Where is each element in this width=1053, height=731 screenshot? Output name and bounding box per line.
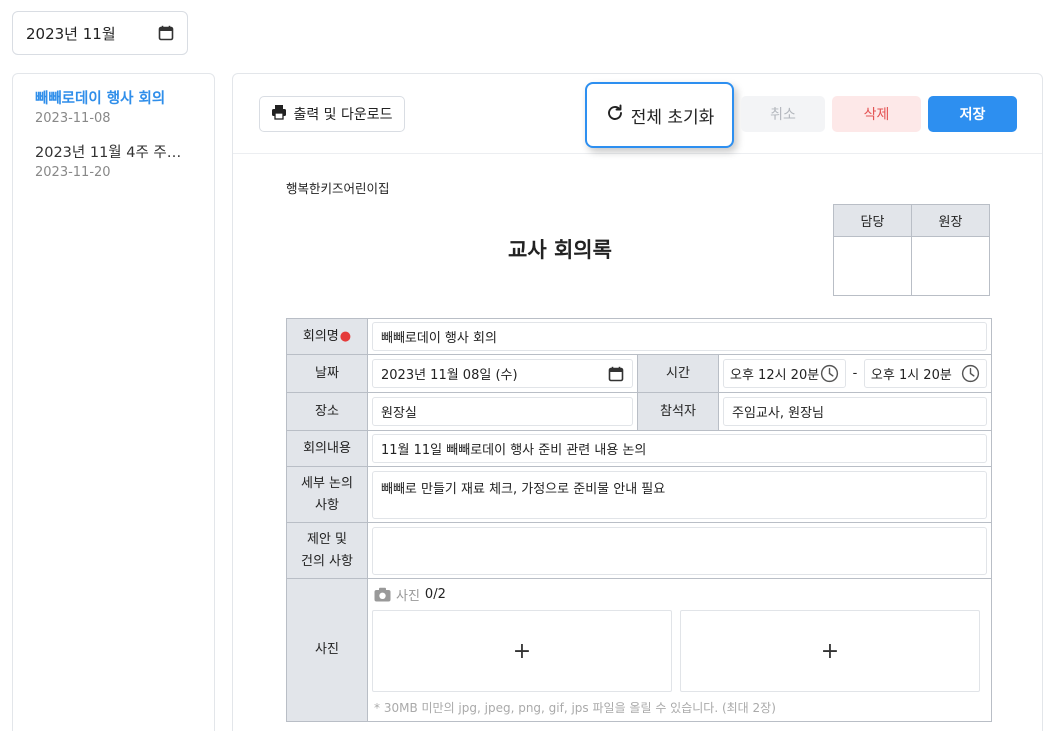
meeting-list-sidebar: 빼빼로데이 행사 회의 2023-11-08 2023년 11월 4주 주간… … <box>12 73 215 731</box>
photo-count: 0/2 <box>424 587 446 602</box>
end-time-input[interactable]: 오후 1시 20분 <box>863 359 988 388</box>
meeting-list-item-date: 2023-11-20 <box>35 165 111 180</box>
time-label: 시간 <box>637 354 719 393</box>
place-input[interactable]: 원장실 <box>372 397 633 426</box>
required-dot: ● <box>339 328 352 344</box>
toolbar: 출력 및 다운로드 전체 초기화 취소 삭제 저장 <box>233 74 1042 154</box>
details-label: 세부 논의 사항 <box>286 466 368 523</box>
photo-upload-slot[interactable]: + <box>680 610 980 692</box>
end-time-value: 오후 1시 20분 <box>870 368 952 383</box>
attendees-label: 참석자 <box>637 392 719 431</box>
cancel-button[interactable]: 취소 <box>741 96 825 132</box>
start-time-value: 오후 12시 20분 <box>730 368 820 383</box>
camera-icon <box>374 587 391 602</box>
refresh-icon <box>605 103 625 128</box>
approval-table: 담당 원장 <box>833 204 990 296</box>
month-picker-value: 2023년 11월 <box>26 24 116 43</box>
meeting-list-item[interactable]: 빼빼로데이 행사 회의 2023-11-08 <box>13 88 214 126</box>
calendar-icon[interactable] <box>158 25 174 41</box>
month-picker[interactable]: 2023년 11월 <box>12 11 188 55</box>
calendar-icon[interactable] <box>608 366 624 382</box>
meeting-list-item[interactable]: 2023년 11월 4주 주간… 2023-11-20 <box>13 142 214 180</box>
clock-icon[interactable] <box>961 364 980 383</box>
photo-upload-note: * 30MB 미만의 jpg, jpeg, png, gif, jps 파일을 … <box>374 701 776 715</box>
meeting-list-item-date: 2023-11-08 <box>35 111 111 126</box>
place-label: 장소 <box>286 392 368 431</box>
meeting-list-item-title: 빼빼로데이 행사 회의 <box>35 91 166 107</box>
meeting-name-input[interactable]: 빼빼로데이 행사 회의 <box>372 322 988 351</box>
print-download-button[interactable]: 출력 및 다운로드 <box>259 96 405 132</box>
date-label: 날짜 <box>286 354 368 393</box>
approval-header-staff: 담당 <box>833 204 912 237</box>
photo-upload-slot[interactable]: + <box>372 610 672 692</box>
date-value: 2023년 11월 08일 (수) <box>381 368 518 383</box>
document-title: 교사 회의록 <box>508 238 612 262</box>
reset-all-button[interactable]: 전체 초기화 <box>585 82 734 148</box>
date-input[interactable]: 2023년 11월 08일 (수) <box>372 359 633 388</box>
meeting-name-label: 회의명● <box>286 318 368 355</box>
approval-sign-director[interactable] <box>911 236 990 296</box>
printer-icon <box>271 104 287 124</box>
save-button[interactable]: 저장 <box>928 96 1017 132</box>
clock-icon[interactable] <box>820 364 839 383</box>
meeting-minutes-panel: 출력 및 다운로드 전체 초기화 취소 삭제 저장 행복한키즈어린이집 교사 회… <box>232 73 1043 731</box>
time-separator: - <box>852 366 858 381</box>
photo-label: 사진 <box>286 578 368 722</box>
content-input[interactable]: 11월 11일 빼빼로데이 행사 준비 관련 내용 논의 <box>372 434 988 463</box>
photo-header-label: 사진 <box>396 589 420 604</box>
photo-header: 사진 0/2 <box>372 582 987 604</box>
minutes-form: 회의명● 빼빼로데이 행사 회의 날짜 2023년 11월 08일 (수) 시간 <box>286 318 993 722</box>
attendees-input[interactable]: 주임교사, 원장님 <box>723 397 988 426</box>
content-label: 회의내용 <box>286 430 368 467</box>
print-download-label: 출력 및 다운로드 <box>293 107 393 123</box>
approval-header-director: 원장 <box>911 204 990 237</box>
proposal-textarea[interactable] <box>372 526 988 575</box>
approval-sign-staff[interactable] <box>833 236 912 296</box>
school-name: 행복한키즈어린이집 <box>286 181 390 196</box>
meeting-list-item-title: 2023년 11월 4주 주간… <box>35 145 192 161</box>
details-textarea[interactable]: 빼빼로 만들기 재료 체크, 가정으로 준비물 안내 필요 <box>372 470 988 519</box>
start-time-input[interactable]: 오후 12시 20분 <box>723 359 847 388</box>
proposal-label: 제안 및 건의 사항 <box>286 522 368 579</box>
delete-button[interactable]: 삭제 <box>832 96 921 132</box>
reset-all-label: 전체 초기화 <box>630 107 715 128</box>
